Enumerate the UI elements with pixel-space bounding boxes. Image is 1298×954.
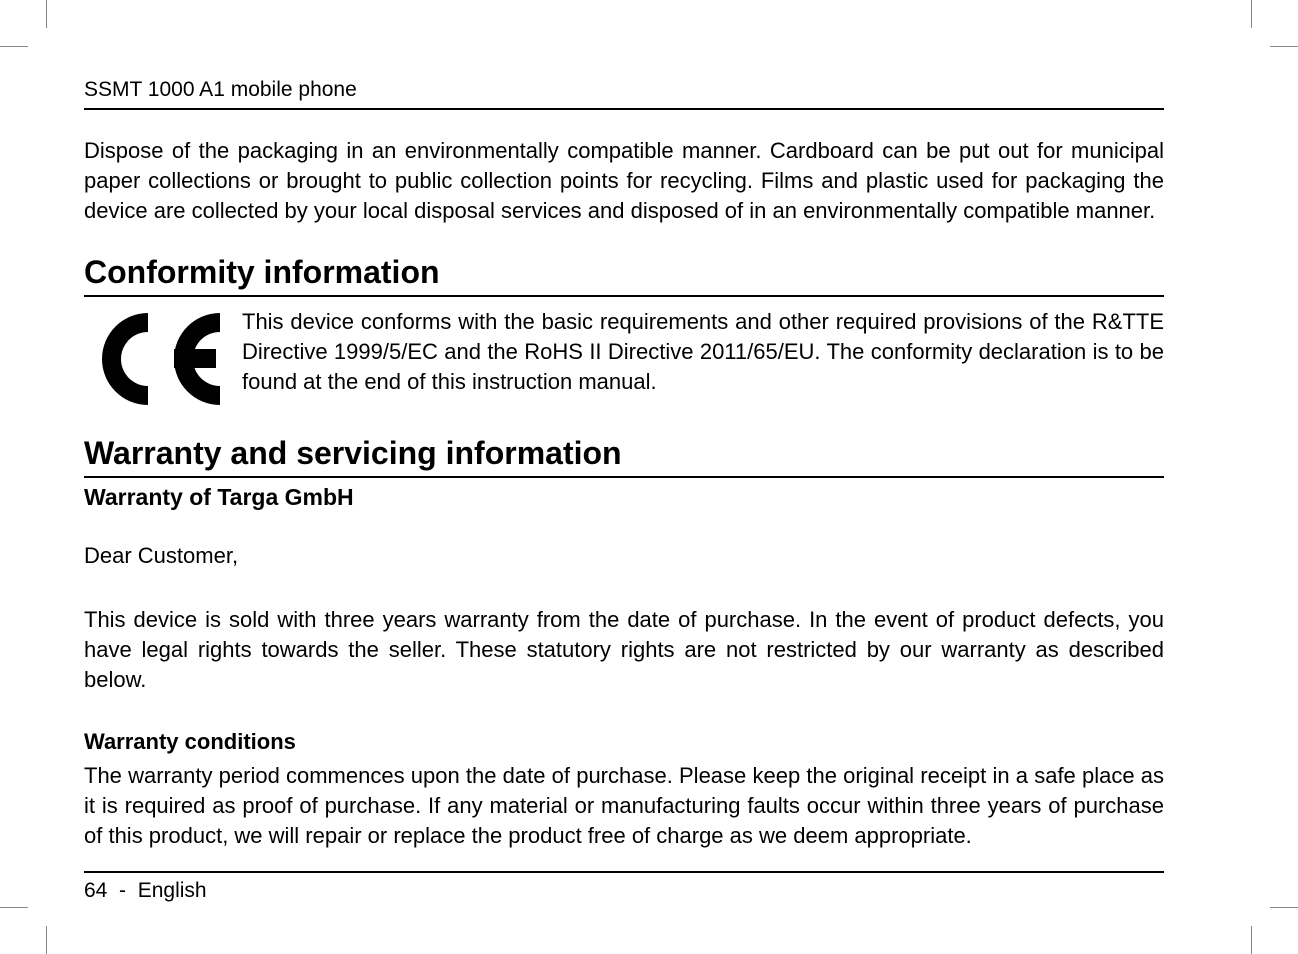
warranty-intro-paragraph: This device is sold with three years war… xyxy=(84,605,1164,695)
heading-warranty-conditions: Warranty conditions xyxy=(84,729,1164,755)
crop-mark xyxy=(46,926,47,954)
crop-mark xyxy=(0,46,28,47)
crop-mark xyxy=(0,907,28,908)
footer-language: English xyxy=(138,879,207,902)
running-header: SSMT 1000 A1 mobile phone xyxy=(84,78,1164,110)
page-content: SSMT 1000 A1 mobile phone Dispose of the… xyxy=(84,78,1164,876)
crop-mark xyxy=(1270,907,1298,908)
page-footer: 64 - English xyxy=(84,873,1164,903)
subheading-warranty-targa: Warranty of Targa GmbH xyxy=(84,484,1164,511)
disposal-paragraph: Dispose of the packaging in an environme… xyxy=(84,136,1164,226)
page-number: 64 xyxy=(84,879,107,902)
footer-separator: - xyxy=(119,879,126,902)
ce-mark-icon xyxy=(84,307,224,411)
crop-mark xyxy=(46,0,47,28)
crop-mark xyxy=(1270,46,1298,47)
crop-mark xyxy=(1251,0,1252,28)
heading-conformity: Conformity information xyxy=(84,254,1164,297)
crop-mark xyxy=(1251,926,1252,954)
heading-warranty: Warranty and servicing information xyxy=(84,435,1164,478)
salutation: Dear Customer, xyxy=(84,541,1164,571)
warranty-conditions-paragraph: The warranty period commences upon the d… xyxy=(84,761,1164,851)
conformity-text: This device conforms with the basic requ… xyxy=(242,307,1164,397)
conformity-block: This device conforms with the basic requ… xyxy=(84,307,1164,411)
